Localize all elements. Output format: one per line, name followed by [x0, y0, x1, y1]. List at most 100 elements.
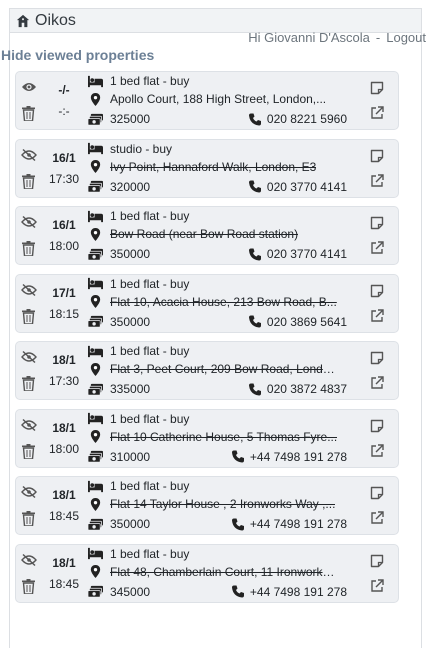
viewing-date[interactable]: 18/1	[47, 353, 81, 367]
property-price-row: 350000	[88, 517, 150, 531]
agent-phone[interactable]: 020 3869 5641	[267, 315, 347, 329]
viewing-time[interactable]: 17:30	[47, 374, 81, 388]
trash-icon[interactable]	[22, 241, 35, 256]
external-link-icon[interactable]	[370, 308, 384, 323]
eye-slash-icon[interactable]	[21, 485, 37, 499]
agent-phone[interactable]: +44 7498 191 278	[250, 450, 347, 464]
eye-slash-icon[interactable]	[21, 418, 37, 432]
property-address: Flat 10, Acacia House, 213 Bow Road, B..…	[110, 294, 337, 309]
viewing-time[interactable]: -:-	[47, 104, 81, 118]
agent-phone[interactable]: +44 7498 191 278	[250, 585, 347, 599]
agent-phone[interactable]: 020 3872 4837	[267, 382, 347, 396]
user-bar: Hi Giovanni D'Ascola - Logout	[248, 30, 426, 45]
eye-slash-icon[interactable]	[21, 553, 37, 567]
agent-phone-row: 020 3770 4141	[248, 247, 347, 261]
brand-title[interactable]: Oikos	[35, 12, 76, 30]
eye-slash-icon[interactable]	[21, 215, 37, 229]
property-type: 1 bed flat - buy	[110, 411, 190, 426]
agent-phone[interactable]: +44 7498 191 278	[250, 517, 347, 531]
property-type: 1 bed flat - buy	[110, 209, 190, 223]
property-type: studio - buy	[110, 141, 173, 156]
trash-icon[interactable]	[22, 106, 35, 121]
note-icon[interactable]	[370, 216, 384, 230]
property-address-row: Apollo Court, 188 High Street, London,..…	[88, 92, 338, 106]
trash-icon[interactable]	[22, 443, 35, 459]
external-link-icon[interactable]	[370, 173, 384, 188]
external-link-icon[interactable]	[370, 578, 384, 593]
property-type-row: 1 bed flat - buy	[88, 479, 189, 493]
property-price: 325000	[110, 112, 151, 126]
money-icon	[88, 585, 103, 598]
eye-slash-icon[interactable]	[21, 283, 37, 297]
agent-phone-row: +44 7498 191 278	[231, 585, 347, 599]
eye-slash-icon[interactable]	[21, 350, 37, 364]
property-address-row: Flat 10 Catherine House, 5 Thomas Fyre..…	[88, 430, 338, 444]
property-address-row: Ivy Point, Hannaford Walk, London, E3	[88, 160, 338, 174]
agent-phone-row: +44 7498 191 278	[231, 517, 347, 531]
viewing-time[interactable]: 18:15	[47, 307, 81, 321]
note-icon[interactable]	[370, 554, 384, 568]
money-icon	[88, 248, 103, 260]
viewing-date[interactable]: 17/1	[47, 286, 81, 300]
agent-phone-row: 020 3869 5641	[248, 315, 347, 329]
trash-icon[interactable]	[22, 578, 35, 594]
property-card: 18/1 18:00 1 bed flat - buy Flat 10 Catheri…	[15, 408, 399, 468]
property-address: Flat 48, Chamberlain Court, 11 Ironworks…	[110, 564, 338, 579]
property-card: 18/1 18:45 1 bed flat - buy Flat 14 Taylor …	[15, 476, 399, 535]
trash-icon[interactable]	[22, 376, 35, 391]
property-type: 1 bed flat - buy	[110, 276, 190, 291]
viewing-date[interactable]: 18/1	[47, 556, 81, 570]
property-price-row: 320000	[88, 180, 150, 194]
eye-slash-icon[interactable]	[21, 148, 37, 162]
map-marker-icon	[90, 227, 101, 241]
external-link-icon[interactable]	[370, 376, 384, 390]
viewing-time[interactable]: 18:00	[47, 239, 81, 253]
agent-phone[interactable]: 020 8221 5960	[267, 112, 347, 126]
map-marker-icon	[90, 565, 101, 578]
property-price-row: 310000	[88, 450, 150, 464]
viewing-time[interactable]: 18:45	[47, 509, 81, 523]
property-type-row: studio - buy	[88, 142, 172, 156]
property-address-row: Flat 48, Chamberlain Court, 11 Ironworks…	[88, 565, 338, 579]
agent-phone[interactable]: 020 3770 4141	[267, 180, 347, 194]
phone-icon	[231, 450, 244, 463]
viewing-date[interactable]: 16/1	[47, 151, 81, 165]
money-icon	[88, 383, 103, 395]
viewing-date[interactable]: 18/1	[47, 488, 81, 502]
viewing-time[interactable]: 18:00	[47, 442, 81, 456]
eye-icon[interactable]	[21, 80, 37, 94]
property-address-row: Bow Road (near Bow Road station)	[88, 227, 338, 241]
property-address-row: Flat 14 Taylor House , 2 Ironworks Way ,…	[88, 497, 338, 511]
external-link-icon[interactable]	[370, 443, 384, 458]
viewing-date[interactable]: 18/1	[47, 421, 81, 435]
note-icon[interactable]	[370, 284, 384, 298]
map-marker-icon	[90, 362, 101, 376]
note-icon[interactable]	[370, 351, 384, 365]
note-icon[interactable]	[370, 81, 384, 95]
trash-icon[interactable]	[22, 308, 35, 324]
property-card: 18/1 17:30 1 bed flat - buy Flat 3, Peet Co…	[15, 341, 399, 400]
property-type-row: 1 bed flat - buy	[88, 74, 189, 88]
external-link-icon[interactable]	[370, 241, 384, 255]
note-icon[interactable]	[370, 149, 384, 163]
viewing-time[interactable]: 18:45	[47, 577, 81, 591]
note-icon[interactable]	[370, 486, 384, 500]
money-icon	[88, 113, 103, 125]
bed-icon	[88, 142, 103, 155]
property-address: Bow Road (near Bow Road station)	[110, 227, 299, 241]
property-type-row: 1 bed flat - buy	[88, 209, 189, 223]
agent-phone[interactable]: 020 3770 4141	[267, 247, 347, 261]
external-link-icon[interactable]	[370, 511, 384, 525]
property-price: 310000	[110, 449, 151, 464]
phone-icon	[248, 180, 261, 193]
viewing-date[interactable]: 16/1	[47, 218, 81, 232]
external-link-icon[interactable]	[370, 106, 384, 120]
viewing-date[interactable]: -/-	[47, 83, 81, 97]
map-marker-icon	[90, 295, 101, 308]
trash-icon[interactable]	[22, 173, 35, 189]
trash-icon[interactable]	[22, 511, 35, 526]
viewing-time[interactable]: 17:30	[47, 172, 81, 186]
logout-link[interactable]: Logout	[386, 30, 426, 45]
hide-viewed-properties-link[interactable]: Hide viewed properties	[1, 47, 154, 63]
note-icon[interactable]	[370, 419, 384, 433]
